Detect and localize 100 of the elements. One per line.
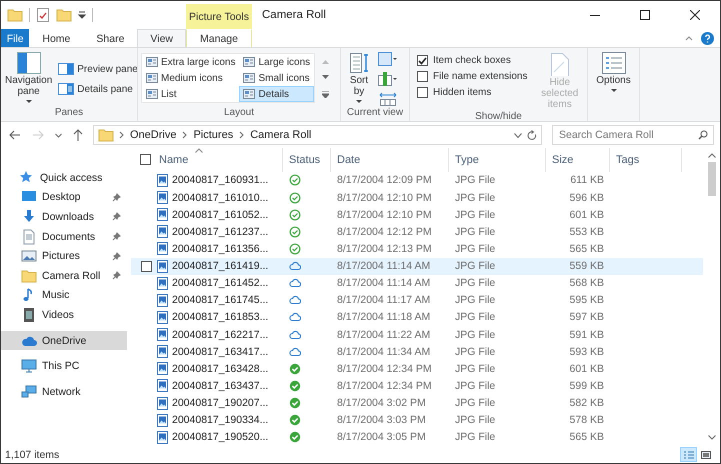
file-row[interactable]: 20040817_163437... 8/17/2004 12:34 PM JPG File 599 KB	[131, 377, 703, 395]
chevron-icon	[182, 131, 188, 139]
nav-item[interactable]: Network	[1, 382, 127, 402]
expand-icon[interactable]	[322, 90, 329, 98]
column-header[interactable]: Date	[331, 148, 449, 172]
select-all-checkbox[interactable]	[140, 154, 150, 166]
file-row[interactable]: 20040817_161853... 8/17/2004 11:18 AM JPG File 597 KB	[131, 308, 703, 326]
ribbon-tab[interactable]: Share	[83, 29, 138, 47]
layout-option[interactable]: Small icons	[239, 70, 314, 86]
file-name: 20040817_161356...	[172, 242, 268, 255]
layout-option[interactable]: Details	[239, 86, 314, 102]
sort-by-button[interactable]: Sort by	[344, 51, 374, 107]
ribbon-tab[interactable]: View	[137, 29, 186, 47]
nav-item[interactable]: OneDrive	[1, 330, 127, 350]
search-field[interactable]: Search Camera Roll	[552, 125, 714, 145]
ribbon-tab[interactable]: Home	[29, 29, 84, 47]
image-file-icon	[156, 242, 168, 256]
file-row[interactable]: 20040817_190207... 8/17/2004 3:02 PM JPG File 582 KB	[131, 394, 703, 412]
nav-item[interactable]: Documents	[1, 226, 127, 246]
file-row[interactable]: 20040817_163417... 8/17/2004 11:34 AM JPG File 593 KB	[131, 343, 703, 360]
file-row[interactable]: 20040817_160931... 8/17/2004 12:09 PM JPG File 611 KB	[131, 172, 703, 190]
checkbox[interactable]	[141, 260, 152, 272]
nav-item[interactable]: Quick access	[1, 168, 127, 188]
file-row[interactable]: 20040817_190334... 8/17/2004 3:03 PM JPG File 578 KB	[131, 412, 703, 429]
image-file-icon	[156, 414, 168, 427]
breadcrumb[interactable]: Pictures	[192, 129, 234, 141]
layout-option[interactable]: Large icons	[239, 54, 314, 70]
column-header[interactable]: Tags	[610, 148, 682, 172]
details-pane-button[interactable]: Details pane	[55, 81, 137, 97]
nav-item[interactable]: Downloads	[1, 207, 127, 227]
date-cell-text: 8/17/2004 11:18 AM	[336, 311, 432, 324]
layout-option[interactable]: Medium icons	[142, 70, 240, 86]
back-arrow-icon[interactable]	[9, 130, 21, 140]
checkbox[interactable]	[417, 87, 428, 98]
group-label: Panes	[54, 107, 84, 120]
large-icons-view-icon	[700, 450, 712, 460]
close-button[interactable]	[690, 10, 700, 20]
checkmark-document-icon[interactable]	[36, 7, 50, 23]
refresh-icon[interactable]	[527, 130, 537, 140]
nav-item[interactable]: This PC	[1, 356, 127, 376]
layout-option[interactable]: List	[142, 86, 240, 102]
layout-option[interactable]: Extra large icons	[142, 54, 240, 70]
file-row[interactable]: 20040817_162217... 8/17/2004 11:22 AM JPG File 591 KB	[131, 326, 703, 344]
dropdown-icon[interactable]	[78, 11, 86, 19]
breadcrumb[interactable]: OneDrive	[129, 129, 178, 141]
date-cell-text: 8/17/2004 3:02 PM	[336, 397, 427, 410]
preview-pane-button[interactable]: Preview pane	[55, 61, 137, 77]
checkmark-icon	[418, 56, 427, 64]
checkbox[interactable]	[417, 55, 428, 66]
ribbon-tab[interactable]: File	[1, 29, 30, 47]
options-icon	[602, 52, 626, 74]
nav-item[interactable]: Music	[1, 286, 127, 306]
sort-caret-icon	[195, 148, 203, 153]
column-header[interactable]: Type	[449, 148, 546, 172]
size-cell-text: 595 KB	[568, 294, 605, 306]
collapse-icon[interactable]	[685, 35, 693, 41]
options-button[interactable]: Options	[591, 51, 636, 121]
view-icon	[146, 57, 158, 67]
date-cell-text: 8/17/2004 12:12 PM	[336, 226, 433, 238]
file-row[interactable]: 20040817_161419... 8/17/2004 11:14 AM JPG File 559 KB	[131, 258, 703, 275]
checkbox-label: File name extensions	[433, 71, 528, 82]
maximize-button[interactable]	[640, 10, 650, 20]
dropdown-icon[interactable]	[55, 132, 62, 138]
nav-item[interactable]: Desktop	[1, 188, 127, 208]
up-arrow-icon[interactable]	[73, 129, 83, 141]
scrollbar-thumb[interactable]	[708, 162, 716, 196]
column-header[interactable]: Status	[283, 148, 331, 172]
image-file-icon	[156, 328, 168, 342]
checkbox[interactable]	[417, 71, 428, 82]
column-header[interactable]: Name	[153, 148, 283, 172]
nav-item[interactable]: Pictures	[1, 246, 127, 266]
nav-item[interactable]: Videos	[1, 305, 127, 325]
monitor-icon	[21, 358, 37, 374]
scroll-down-icon[interactable]	[322, 74, 329, 80]
file-row[interactable]: 20040817_161452... 8/17/2004 11:14 AM JPG File 568 KB	[131, 274, 703, 292]
scroll-down-icon[interactable]	[708, 435, 716, 440]
file-row[interactable]: 20040817_161356... 8/17/2004 12:13 PM JPG File 565 KB	[131, 240, 703, 258]
column-header[interactable]: Size	[546, 148, 610, 172]
size-columns-icon[interactable]	[378, 92, 398, 106]
file-row[interactable]: 20040817_161052... 8/17/2004 12:10 PM JPG File 601 KB	[131, 206, 703, 224]
file-row[interactable]: 20040817_161745... 8/17/2004 11:17 AM JPG File 595 KB	[131, 292, 703, 309]
help-icon[interactable]	[701, 32, 714, 44]
add-columns-icon[interactable]	[378, 72, 398, 86]
search-icon	[698, 130, 708, 140]
item-count: 1,107 items	[5, 448, 60, 460]
navigation-pane-button[interactable]: Navigation pane	[4, 51, 54, 107]
view-button[interactable]	[680, 447, 697, 462]
file-row[interactable]: 20040817_163428... 8/17/2004 12:34 PM JPG File 601 KB	[131, 360, 703, 378]
size-cell-text: 599 KB	[568, 380, 605, 392]
date-cell-text: 8/17/2004 12:34 PM	[336, 362, 433, 375]
type-cell-text: JPG File	[454, 174, 496, 186]
breadcrumb[interactable]: Camera Roll	[249, 129, 312, 141]
group-by-icon[interactable]	[378, 52, 398, 66]
file-row[interactable]: 20040817_161010... 8/17/2004 12:10 PM JPG File 596 KB	[131, 189, 703, 206]
nav-item[interactable]: Camera Roll	[1, 266, 127, 286]
scroll-up-icon[interactable]	[708, 153, 716, 158]
file-name: 20040817_190334...	[172, 414, 268, 426]
file-row[interactable]: 20040817_161237... 8/17/2004 12:12 PM JPG File 553 KB	[131, 223, 703, 240]
dropdown-icon[interactable]	[514, 132, 522, 138]
file-row[interactable]: 20040817_190520... 8/17/2004 3:05 PM JPG File 565 KB	[131, 428, 703, 446]
